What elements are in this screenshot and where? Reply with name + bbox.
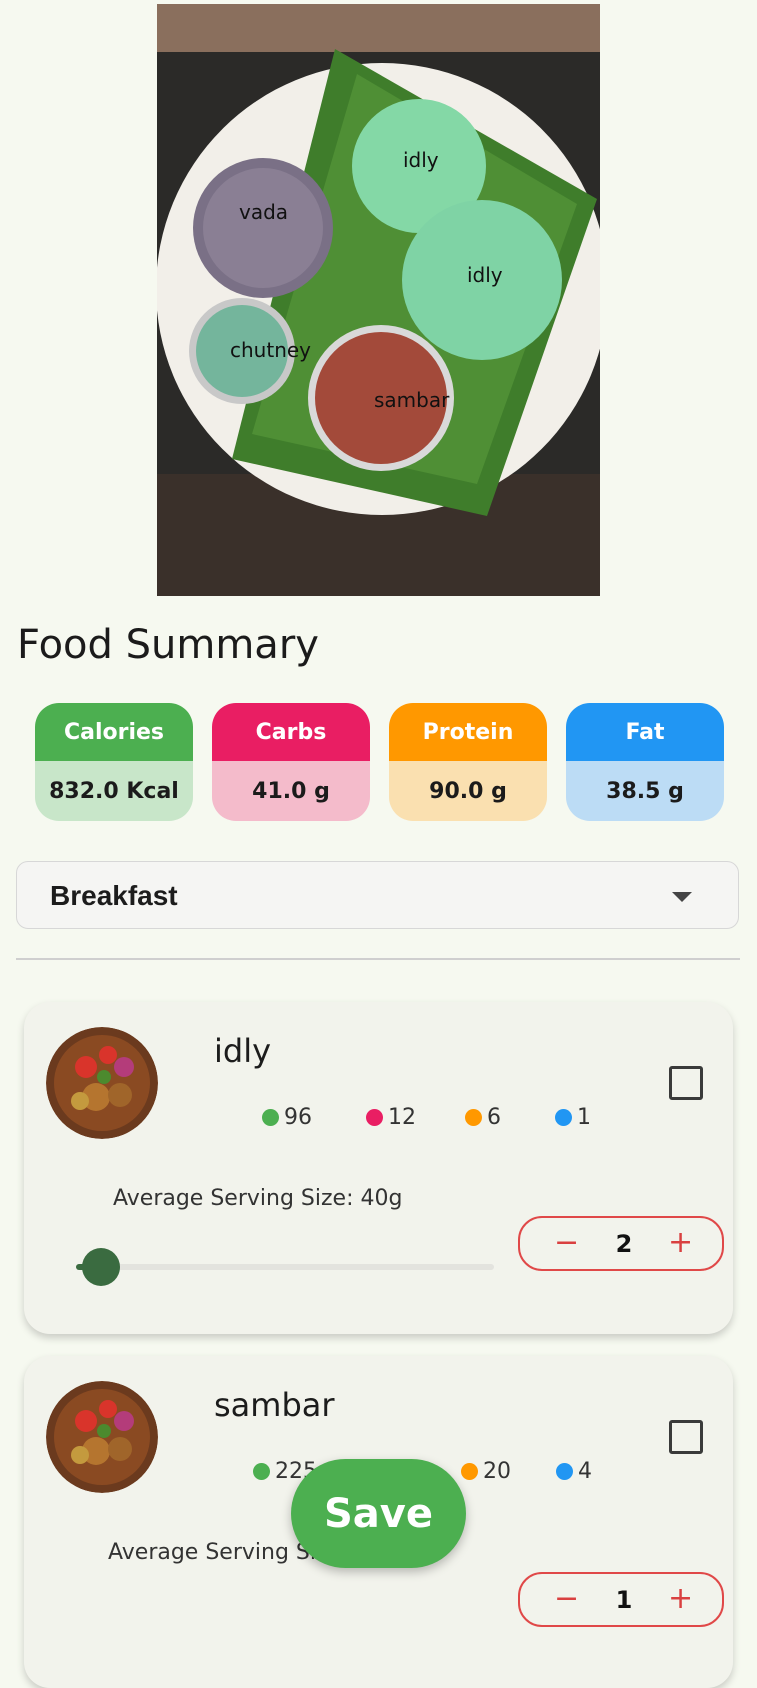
fat-stat: 4 <box>556 1459 592 1484</box>
select-checkbox[interactable] <box>669 1066 703 1100</box>
meal-type-dropdown[interactable]: Breakfast <box>16 861 739 929</box>
photo-label-idly-2: idly <box>467 263 503 287</box>
calories-value: 96 <box>284 1105 312 1130</box>
increment-button[interactable]: + <box>668 1226 693 1260</box>
carbs-stat: 12 <box>366 1105 416 1130</box>
fat-dot-icon <box>556 1463 573 1480</box>
quantity-value: 2 <box>615 1230 633 1258</box>
food-name: sambar <box>214 1386 335 1424</box>
decrement-button[interactable]: − <box>554 1226 579 1260</box>
photo-label-chutney: chutney <box>230 338 312 362</box>
fat-value: 1 <box>577 1105 591 1130</box>
macro-label: Protein <box>389 703 547 761</box>
macro-label: Calories <box>35 703 193 761</box>
save-button[interactable]: Save <box>291 1459 466 1568</box>
meal-type-selected: Breakfast <box>50 880 178 911</box>
decrement-button[interactable]: − <box>554 1582 579 1616</box>
fat-dot-icon <box>555 1109 572 1126</box>
macro-label: Fat <box>566 703 724 761</box>
macro-card-protein: Protein 90.0 g <box>389 703 547 821</box>
carbs-value: 12 <box>388 1105 416 1130</box>
protein-dot-icon <box>465 1109 482 1126</box>
divider <box>16 958 740 960</box>
protein-dot-icon <box>461 1463 478 1480</box>
macro-value: 90.0 g <box>389 761 547 821</box>
protein-value: 20 <box>483 1459 511 1484</box>
food-name: idly <box>214 1032 272 1070</box>
photo-label-idly-1: idly <box>403 148 439 172</box>
protein-stat: 6 <box>465 1105 501 1130</box>
food-card-idly: idly 96 12 6 1 Average Serving Size: 40g… <box>24 1002 733 1334</box>
macro-value: 41.0 g <box>212 761 370 821</box>
food-photo: idly vada idly chutney sambar <box>157 4 600 596</box>
calories-dot-icon <box>253 1463 270 1480</box>
macro-value: 832.0 Kcal <box>35 761 193 821</box>
protein-value: 6 <box>487 1105 501 1130</box>
select-checkbox[interactable] <box>669 1420 703 1454</box>
food-photo-illustration <box>157 4 600 596</box>
photo-label-vada: vada <box>239 200 289 224</box>
macro-label: Carbs <box>212 703 370 761</box>
chevron-down-icon <box>672 892 692 902</box>
photo-label-sambar: sambar <box>374 388 450 412</box>
calories-dot-icon <box>262 1109 279 1126</box>
fat-value: 4 <box>578 1459 592 1484</box>
macro-card-fat: Fat 38.5 g <box>566 703 724 821</box>
page-title: Food Summary <box>17 622 319 668</box>
protein-stat: 20 <box>461 1459 511 1484</box>
quantity-stepper: − 2 + <box>518 1216 724 1271</box>
increment-button[interactable]: + <box>668 1582 693 1616</box>
fat-stat: 1 <box>555 1105 591 1130</box>
macro-card-carbs: Carbs 41.0 g <box>212 703 370 821</box>
serving-slider-handle[interactable] <box>82 1248 121 1286</box>
nutrient-row: 96 12 6 1 <box>24 1105 624 1131</box>
serving-slider-track[interactable] <box>76 1264 494 1270</box>
macro-card-calories: Calories 832.0 Kcal <box>35 703 193 821</box>
serving-size-text: Average Serving Size: 40g <box>113 1186 403 1211</box>
carbs-dot-icon <box>366 1109 383 1126</box>
calories-stat: 96 <box>262 1105 312 1130</box>
quantity-value: 1 <box>615 1586 633 1614</box>
macro-value: 38.5 g <box>566 761 724 821</box>
